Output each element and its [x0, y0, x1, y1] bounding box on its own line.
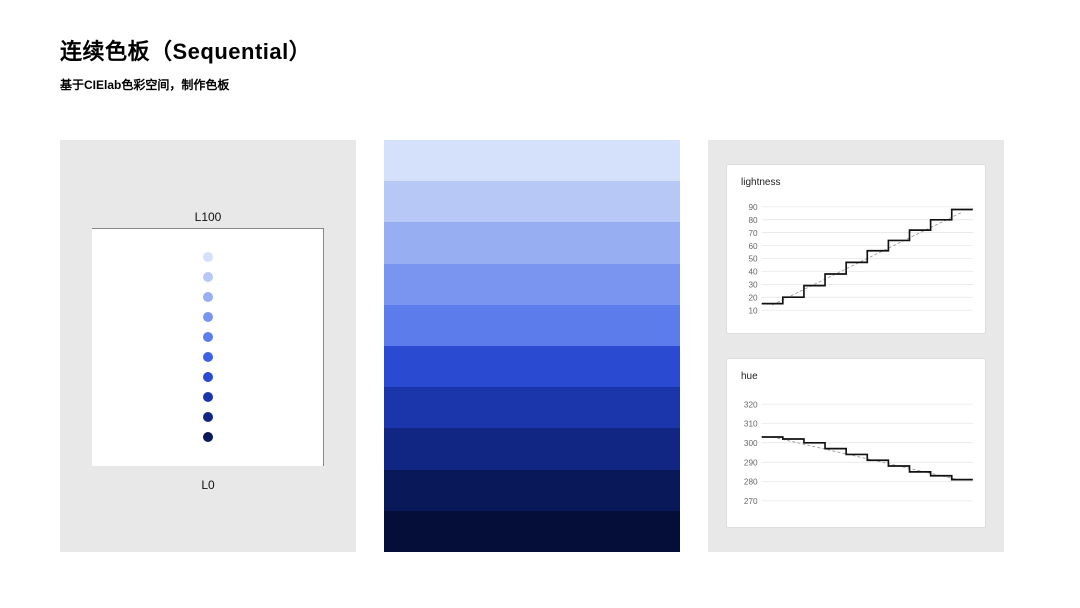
- panel-charts: lightness 102030405060708090 hue 2702802…: [708, 140, 1004, 552]
- svg-text:10: 10: [748, 305, 757, 315]
- color-strip: [384, 346, 680, 387]
- svg-text:280: 280: [744, 477, 758, 487]
- svg-text:70: 70: [748, 228, 757, 238]
- chart-title-hue: hue: [741, 371, 979, 382]
- chart-card-hue: hue 270 280 290 300 310 320: [726, 358, 986, 528]
- svg-text:90: 90: [748, 202, 757, 212]
- chart-hue: 270 280 290 300 310 320: [733, 388, 979, 517]
- svg-text:320: 320: [744, 399, 758, 409]
- color-strip: [384, 222, 680, 263]
- swatch-dot: [203, 252, 213, 262]
- swatch-dot: [203, 312, 213, 322]
- swatch-dots: [60, 252, 356, 442]
- color-strip: [384, 511, 680, 552]
- swatch-dot: [203, 292, 213, 302]
- swatch-dot: [203, 412, 213, 422]
- page-title: 连续色板（Sequential）: [60, 34, 311, 66]
- svg-text:300: 300: [744, 438, 758, 448]
- panel-color-strips: [384, 140, 680, 552]
- color-strip: [384, 428, 680, 469]
- color-strip: [384, 140, 680, 181]
- header: 连续色板（Sequential） 基于CIElab色彩空间，制作色板: [60, 34, 311, 93]
- color-strip: [384, 470, 680, 511]
- label-l100: L100: [60, 210, 356, 224]
- swatch-dot: [203, 432, 213, 442]
- color-strip: [384, 181, 680, 222]
- panel-lightness-scale: L100 L0: [60, 140, 356, 552]
- svg-text:310: 310: [744, 419, 758, 429]
- swatch-dot: [203, 372, 213, 382]
- color-strip: [384, 305, 680, 346]
- svg-text:270: 270: [744, 496, 758, 506]
- svg-text:290: 290: [744, 457, 758, 467]
- page-subtitle: 基于CIElab色彩空间，制作色板: [60, 76, 311, 93]
- svg-text:50: 50: [748, 254, 757, 264]
- panels-row: L100 L0 lightness 10 20 30 40 50 60 70 80 90 hue…: [60, 140, 1004, 552]
- svg-text:30: 30: [748, 279, 757, 289]
- chart-title-lightness: lightness: [741, 177, 979, 188]
- swatch-dot: [203, 272, 213, 282]
- label-l0: L0: [60, 478, 356, 492]
- swatch-dot: [203, 392, 213, 402]
- chart-lightness: 10 20 30 40 50 60 70 80 90: [733, 194, 979, 323]
- svg-text:60: 60: [748, 241, 757, 251]
- swatch-dot: [203, 352, 213, 362]
- svg-text:40: 40: [748, 266, 757, 276]
- swatch-dot: [203, 332, 213, 342]
- svg-text:80: 80: [748, 215, 757, 225]
- svg-text:20: 20: [748, 292, 757, 302]
- color-strip: [384, 264, 680, 305]
- color-strip: [384, 387, 680, 428]
- chart-card-lightness: lightness 10 20 30 40 50 60 70 80 90: [726, 164, 986, 334]
